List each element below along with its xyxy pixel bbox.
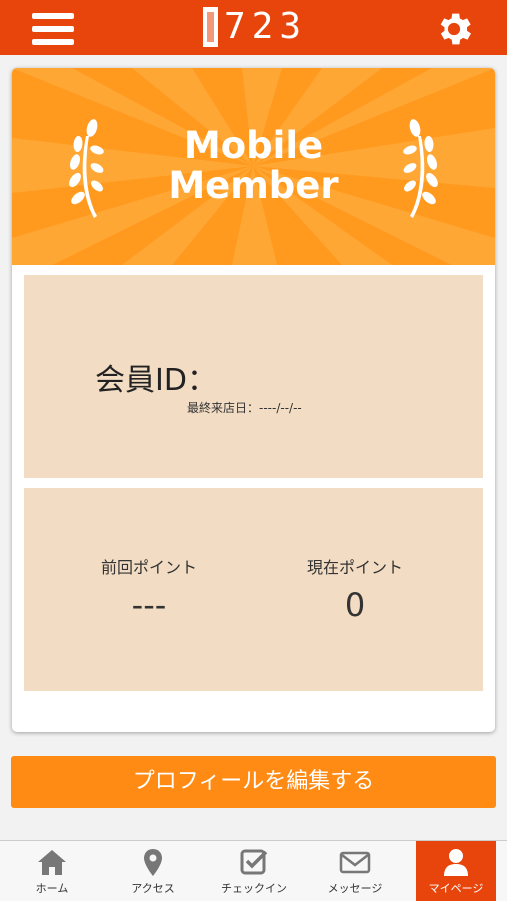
tab-message[interactable]: メッセージ <box>305 841 405 901</box>
gear-icon[interactable] <box>433 8 475 50</box>
previous-points-label: 前回ポイント <box>100 558 197 577</box>
member-info-panel: 会員ID： 最終来店日：----/--/-- <box>24 275 483 478</box>
map-pin-icon <box>144 849 162 876</box>
current-points-label: 現在ポイント <box>306 558 403 577</box>
banner-title-line1: Mobile <box>183 124 324 167</box>
banner-title: Mobile Member <box>12 126 495 206</box>
app-header: 723 <box>0 0 507 55</box>
previous-points-value: --- <box>131 586 167 624</box>
logo-text: 723 <box>224 6 308 47</box>
points-panel: 前回ポイント --- 現在ポイント 0 <box>24 488 483 691</box>
tab-checkin-label: チェックイン <box>221 882 287 895</box>
store-logo: 723 <box>203 6 307 48</box>
tab-access[interactable]: アクセス <box>103 841 203 901</box>
tab-home[interactable]: ホーム <box>2 841 102 901</box>
banner-title-line2: Member <box>168 164 339 207</box>
mobile-member-banner: Mobile Member <box>12 68 495 265</box>
home-icon <box>38 850 66 875</box>
envelope-icon <box>339 851 371 874</box>
checkin-icon <box>240 849 268 875</box>
current-points-value: 0 <box>344 586 366 624</box>
tab-home-label: ホーム <box>35 882 69 895</box>
edit-profile-button[interactable]: プロフィールを編集する <box>11 756 496 808</box>
tab-mypage[interactable]: マイページ <box>416 841 496 901</box>
hamburger-menu-icon[interactable] <box>32 13 74 45</box>
tab-checkin[interactable]: チェックイン <box>204 841 304 901</box>
tab-message-label: メッセージ <box>327 882 383 895</box>
member-id-label: 会員ID： <box>95 363 217 398</box>
logo-seal <box>203 7 218 47</box>
tab-mypage-label: マイページ <box>428 882 484 895</box>
bottom-tab-bar: ホーム アクセス チェックイン メッセージ マイページ <box>0 840 507 901</box>
user-icon <box>444 849 468 876</box>
tab-access-label: アクセス <box>131 882 175 895</box>
last-visit-date: 最終来店日：----/--/-- <box>187 401 302 415</box>
member-card: Mobile Member 会員ID： 最終来店日：----/--/-- 前回ポ… <box>12 68 495 732</box>
